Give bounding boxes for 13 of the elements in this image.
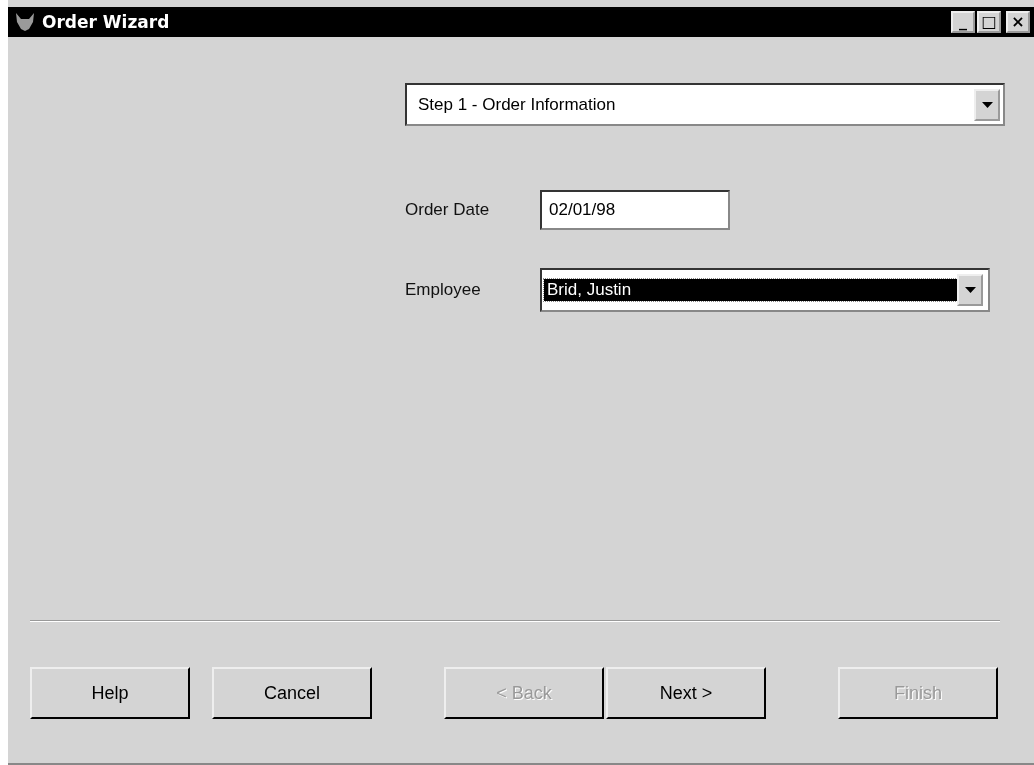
step-dropdown[interactable]: Step 1 - Order Information: [405, 83, 1005, 126]
maximize-button[interactable]: □: [977, 11, 1001, 33]
input-field[interactable]: 02/01/98: [540, 190, 730, 230]
close-button[interactable]: ×: [1006, 11, 1030, 33]
field-label: Employee: [405, 280, 481, 300]
dialog-button[interactable]: Cancel: [212, 667, 372, 719]
employee-dropdown[interactable]: Brid, Justin: [540, 268, 990, 312]
dialog-button[interactable]: Help: [30, 667, 190, 719]
dialog-button[interactable]: Next >: [606, 667, 766, 719]
field-label: Order Date: [405, 200, 490, 220]
cat-icon: [14, 12, 36, 32]
minimize-button[interactable]: _: [951, 11, 975, 33]
window-title: Order Wizard: [42, 12, 171, 32]
